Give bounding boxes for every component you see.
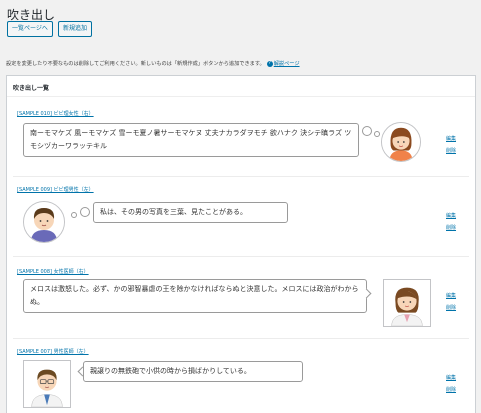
notice-message: 設定を変更したり不要なものは削除してご利用ください。新しいものは「新規作成」ボタ… xyxy=(6,61,265,67)
entry-heading[interactable]: [SAMPLE 009] ビビ理男性（左） xyxy=(17,186,94,193)
woman-icon xyxy=(381,122,421,162)
edit-link[interactable]: 編集 xyxy=(446,135,456,142)
delete-link[interactable]: 削除 xyxy=(446,147,456,154)
entry-heading[interactable]: [SAMPLE 007] 男性医師（左） xyxy=(17,348,89,355)
help-icon: ? xyxy=(266,60,273,67)
entry-divider xyxy=(13,176,469,177)
balloon-text: 南ーモマケズ 風ーモマケズ 雪ーモ夏ノ暑サーモマケヌ 丈夫ナカラダヲモチ 欲ハナ… xyxy=(23,123,359,157)
balloon-list-panel: 吹き出し一覧 [SAMPLE 010] ビビ理女性（右） 南ーモマケズ 風ーモマ… xyxy=(6,75,476,413)
add-new-button[interactable]: 新規追加 xyxy=(58,21,93,37)
delete-link[interactable]: 削除 xyxy=(446,224,456,231)
entry-heading[interactable]: [SAMPLE 010] ビビ理女性（右） xyxy=(17,110,94,117)
panel-title: 吹き出し一覧 xyxy=(13,85,50,92)
balloon-text: メロスは激怒した。必ず、かの邪智暴虐の王を除かなければならぬと決意した。メロスに… xyxy=(23,279,367,313)
entry-divider xyxy=(13,338,469,339)
think-dot xyxy=(80,207,90,217)
balloon-text: 親譲りの無鉄砲で小供の時から損ばかりしている。 xyxy=(83,361,303,382)
help-page-link[interactable]: 解説ページ xyxy=(274,61,300,67)
think-dot xyxy=(71,212,77,218)
edit-link[interactable]: 編集 xyxy=(446,292,456,299)
think-dot xyxy=(362,126,372,136)
balloon-text: 私は、その男の写真を三葉、見たことがある。 xyxy=(93,202,288,223)
entry-divider xyxy=(13,256,469,257)
edit-link[interactable]: 編集 xyxy=(446,212,456,219)
think-dot xyxy=(374,131,380,137)
female-doctor-icon xyxy=(383,279,431,327)
delete-link[interactable]: 削除 xyxy=(446,386,456,393)
entry-heading[interactable]: [SAMPLE 008] 女性医師（右） xyxy=(17,268,89,275)
panel-divider xyxy=(7,96,475,97)
list-page-button[interactable]: 一覧ページへ xyxy=(7,21,53,37)
notice-text: 設定を変更したり不要なものは削除してご利用ください。新しいものは「新規作成」ボタ… xyxy=(6,60,300,67)
delete-link[interactable]: 削除 xyxy=(446,304,456,311)
male-doctor-icon xyxy=(23,360,71,408)
edit-link[interactable]: 編集 xyxy=(446,374,456,381)
man-icon xyxy=(23,201,65,243)
